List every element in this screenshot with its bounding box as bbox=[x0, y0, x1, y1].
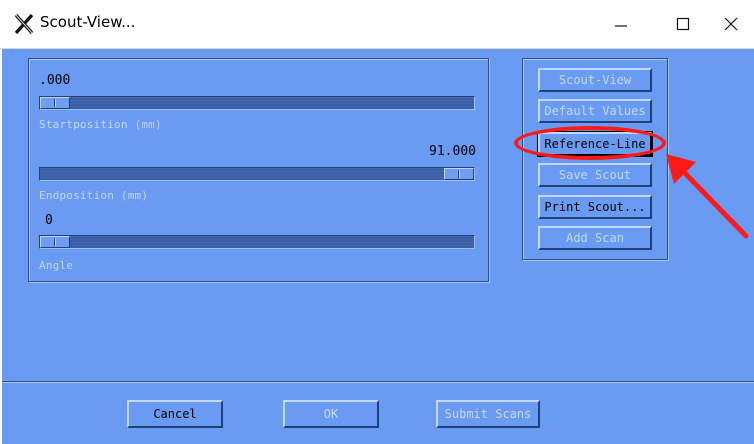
submit-scans-button[interactable]: Submit Scans bbox=[436, 400, 540, 428]
dialog-body: .000 Startposition (mm) 91.000 Endpositi… bbox=[0, 49, 754, 444]
maximize-button[interactable] bbox=[660, 0, 706, 48]
scout-view-button[interactable]: Scout-View bbox=[538, 68, 652, 92]
add-scan-button[interactable]: Add Scan bbox=[538, 226, 652, 250]
x-logo-icon bbox=[14, 14, 34, 34]
end-position-caption: Endposition (mm) bbox=[39, 189, 149, 202]
start-position-value: .000 bbox=[39, 73, 71, 88]
angle-slider-thumb[interactable] bbox=[40, 236, 70, 248]
angle-value: 0 bbox=[45, 213, 53, 228]
start-position-caption: Startposition (mm) bbox=[39, 118, 162, 131]
end-position-slider[interactable] bbox=[39, 167, 475, 181]
minimize-button[interactable] bbox=[598, 0, 644, 48]
cancel-button[interactable]: Cancel bbox=[127, 400, 223, 428]
button-row-separator bbox=[2, 381, 754, 383]
start-position-slider-thumb[interactable] bbox=[40, 97, 70, 109]
minimize-icon bbox=[615, 25, 627, 27]
end-position-slider-thumb[interactable] bbox=[444, 168, 474, 180]
close-icon bbox=[724, 17, 738, 31]
maximize-icon bbox=[676, 17, 690, 31]
window-title: Scout-View... bbox=[40, 13, 136, 31]
start-position-slider[interactable] bbox=[39, 96, 475, 110]
print-scout-button[interactable]: Print Scout... bbox=[538, 195, 652, 219]
title-bar: Scout-View... bbox=[0, 0, 754, 49]
ok-button[interactable]: OK bbox=[283, 400, 379, 428]
highlight-ellipse bbox=[514, 126, 666, 160]
close-button[interactable] bbox=[708, 0, 754, 48]
end-position-value: 91.000 bbox=[429, 144, 476, 159]
red-arrow-icon bbox=[666, 154, 749, 239]
scout-parameters-panel: .000 Startposition (mm) 91.000 Endpositi… bbox=[28, 58, 489, 282]
default-values-button[interactable]: Default Values bbox=[538, 99, 652, 123]
save-scout-button[interactable]: Save Scout bbox=[538, 163, 652, 187]
angle-slider[interactable] bbox=[39, 235, 475, 249]
angle-caption: Angle bbox=[39, 259, 74, 272]
